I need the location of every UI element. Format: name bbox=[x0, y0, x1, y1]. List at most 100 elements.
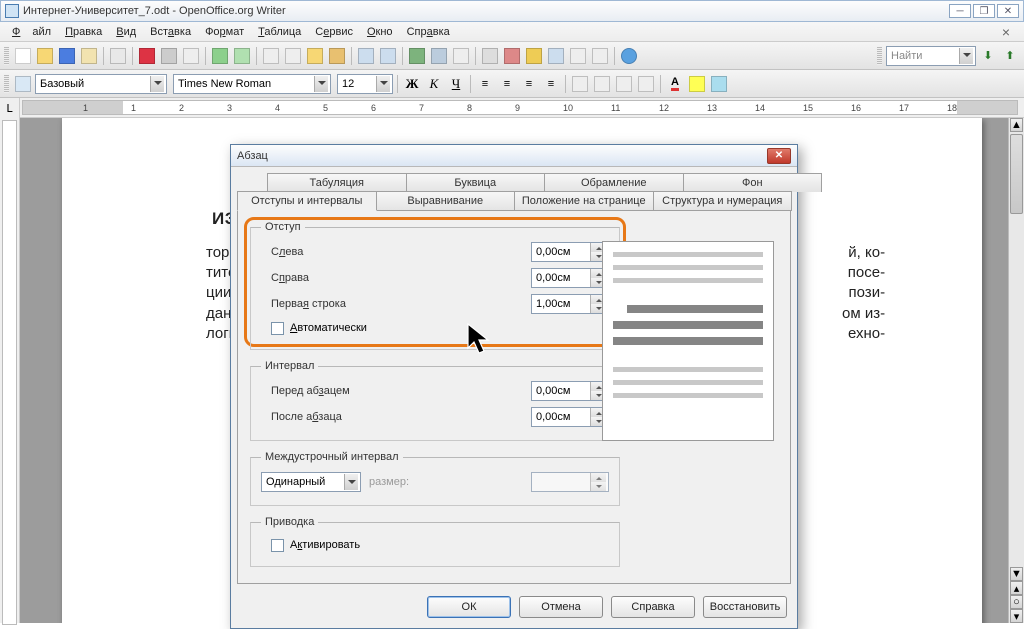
redo-icon[interactable] bbox=[378, 46, 398, 66]
window-close-button[interactable]: ✕ bbox=[997, 4, 1019, 18]
reset-button[interactable]: Восстановить bbox=[703, 596, 787, 618]
find-toolbar-grip[interactable] bbox=[877, 47, 882, 65]
gallery-icon[interactable] bbox=[524, 46, 544, 66]
spellcheck-icon[interactable] bbox=[210, 46, 230, 66]
navigation-icon[interactable]: ○ bbox=[1010, 595, 1023, 609]
dropdown-icon[interactable] bbox=[314, 76, 328, 92]
window-minimize-button[interactable]: ─ bbox=[949, 4, 971, 18]
align-right-icon[interactable]: ≡ bbox=[519, 74, 539, 94]
numbered-list-icon[interactable] bbox=[570, 74, 590, 94]
find-next-icon[interactable]: ⬇ bbox=[978, 46, 998, 66]
linespacing-mode-combo[interactable]: Одинарный bbox=[261, 472, 361, 492]
spacing-after-spinner[interactable] bbox=[531, 407, 609, 427]
underline-icon[interactable]: Ч bbox=[446, 74, 466, 94]
tab-textflow[interactable]: Положение на странице bbox=[514, 191, 654, 211]
italic-icon[interactable]: К bbox=[424, 74, 444, 94]
highlight-color-icon[interactable] bbox=[687, 74, 707, 94]
print-preview-icon[interactable] bbox=[181, 46, 201, 66]
spacing-before-input[interactable] bbox=[532, 382, 590, 400]
paragraph-style-combo[interactable]: Базовый bbox=[35, 74, 167, 94]
scroll-down-icon[interactable]: ▼ bbox=[1010, 567, 1023, 581]
paste-icon[interactable] bbox=[305, 46, 325, 66]
checkbox-icon[interactable] bbox=[271, 322, 284, 335]
increase-indent-icon[interactable] bbox=[636, 74, 656, 94]
tab-indents-spacing[interactable]: Отступы и интервалы bbox=[237, 191, 377, 211]
print-icon[interactable] bbox=[159, 46, 179, 66]
dialog-titlebar[interactable]: Абзац ✕ bbox=[231, 145, 797, 167]
find-replace-icon[interactable] bbox=[480, 46, 500, 66]
indent-firstline-spinner[interactable] bbox=[531, 294, 609, 314]
undo-icon[interactable] bbox=[356, 46, 376, 66]
email-icon[interactable] bbox=[79, 46, 99, 66]
menu-view[interactable]: Вид bbox=[110, 24, 142, 40]
prev-page-icon[interactable]: ▴ bbox=[1010, 581, 1023, 595]
format-paintbrush-icon[interactable] bbox=[327, 46, 347, 66]
indent-firstline-input[interactable] bbox=[532, 295, 590, 313]
tab-alignment[interactable]: Выравнивание bbox=[376, 191, 516, 211]
nonprinting-chars-icon[interactable] bbox=[568, 46, 588, 66]
checkbox-icon[interactable] bbox=[271, 539, 284, 552]
scroll-up-icon[interactable]: ▲ bbox=[1010, 118, 1023, 132]
tab-tabulation[interactable]: Табуляция bbox=[267, 173, 407, 192]
linespacing-size-input[interactable] bbox=[532, 473, 590, 491]
edit-mode-icon[interactable] bbox=[108, 46, 128, 66]
font-color-icon[interactable]: А bbox=[665, 74, 685, 94]
scroll-thumb[interactable] bbox=[1010, 134, 1023, 214]
tab-borders[interactable]: Обрамление bbox=[544, 173, 684, 192]
vertical-ruler[interactable] bbox=[0, 118, 20, 623]
bold-icon[interactable]: Ж bbox=[402, 74, 422, 94]
save-icon[interactable] bbox=[57, 46, 77, 66]
formatting-grip[interactable] bbox=[4, 75, 9, 93]
new-doc-icon[interactable] bbox=[13, 46, 33, 66]
ok-button[interactable]: ОК bbox=[427, 596, 511, 618]
show-draw-icon[interactable] bbox=[451, 46, 471, 66]
hyperlink-icon[interactable] bbox=[407, 46, 427, 66]
zoom-icon[interactable] bbox=[590, 46, 610, 66]
align-justify-icon[interactable]: ≡ bbox=[541, 74, 561, 94]
spin-up-icon[interactable] bbox=[591, 473, 606, 482]
indent-left-spinner[interactable] bbox=[531, 242, 609, 262]
menu-window[interactable]: Окно bbox=[361, 24, 399, 40]
font-size-combo[interactable]: 12 bbox=[337, 74, 393, 94]
background-color-icon[interactable] bbox=[709, 74, 729, 94]
align-left-icon[interactable]: ≡ bbox=[475, 74, 495, 94]
tab-background[interactable]: Фон bbox=[683, 173, 823, 192]
export-pdf-icon[interactable] bbox=[137, 46, 157, 66]
menu-insert[interactable]: Вставка bbox=[144, 24, 197, 40]
vertical-scrollbar[interactable]: ▲ ▼ ▴ ○ ▾ bbox=[1008, 118, 1024, 623]
styles-window-icon[interactable] bbox=[13, 74, 33, 94]
spacing-before-spinner[interactable] bbox=[531, 381, 609, 401]
font-name-combo[interactable]: Times New Roman bbox=[173, 74, 331, 94]
help-icon[interactable] bbox=[619, 46, 639, 66]
indent-right-input[interactable] bbox=[532, 269, 590, 287]
auto-spellcheck-icon[interactable] bbox=[232, 46, 252, 66]
tab-outline-numbering[interactable]: Структура и нумерация bbox=[653, 191, 793, 211]
dropdown-icon[interactable] bbox=[150, 76, 164, 92]
align-center-icon[interactable]: ≡ bbox=[497, 74, 517, 94]
find-prev-icon[interactable]: ⬆ bbox=[1000, 46, 1020, 66]
indent-left-input[interactable] bbox=[532, 243, 590, 261]
copy-icon[interactable] bbox=[283, 46, 303, 66]
cancel-button[interactable]: Отмена bbox=[519, 596, 603, 618]
menu-help[interactable]: Справка bbox=[401, 24, 456, 40]
decrease-indent-icon[interactable] bbox=[614, 74, 634, 94]
window-restore-button[interactable]: ❐ bbox=[973, 4, 995, 18]
dialog-close-button[interactable]: ✕ bbox=[767, 148, 791, 164]
tab-dropcap[interactable]: Буквица bbox=[406, 173, 546, 192]
linespacing-size-spinner[interactable] bbox=[531, 472, 609, 492]
menu-table[interactable]: Таблица bbox=[252, 24, 307, 40]
horizontal-ruler[interactable]: 1123456789101112131415161718 bbox=[22, 100, 1018, 115]
indent-right-spinner[interactable] bbox=[531, 268, 609, 288]
spin-down-icon[interactable] bbox=[591, 482, 606, 491]
open-icon[interactable] bbox=[35, 46, 55, 66]
data-sources-icon[interactable] bbox=[546, 46, 566, 66]
next-page-icon[interactable]: ▾ bbox=[1010, 609, 1023, 623]
document-close-icon[interactable]: × bbox=[994, 24, 1018, 40]
toolbar-grip[interactable] bbox=[4, 47, 9, 65]
dropdown-icon[interactable] bbox=[344, 474, 358, 490]
bullet-list-icon[interactable] bbox=[592, 74, 612, 94]
navigator-icon[interactable] bbox=[502, 46, 522, 66]
find-input[interactable]: Найти bbox=[886, 46, 976, 66]
menu-tools[interactable]: Сервис bbox=[309, 24, 359, 40]
register-activate-checkbox[interactable]: Активировать bbox=[261, 534, 609, 556]
